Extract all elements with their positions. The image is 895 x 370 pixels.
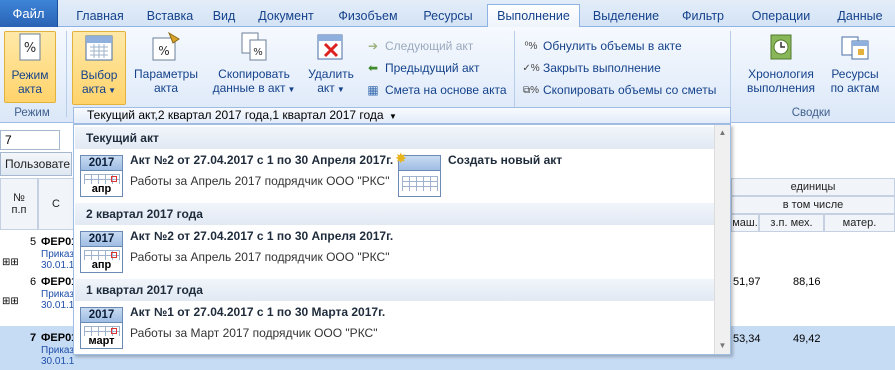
act-params-button[interactable]: % Параметры акта — [131, 31, 201, 95]
tab-selection[interactable]: Выделение — [582, 5, 670, 27]
tab-operations[interactable]: Операции — [736, 5, 826, 27]
expand-icon[interactable]: ⊞⊞ — [2, 257, 19, 268]
mode-group-label: Режим — [14, 107, 50, 119]
tab-filter[interactable]: Фильтр — [670, 5, 736, 27]
col-code-header: С — [38, 178, 74, 230]
act-subtitle: Работы за Март 2017 подрядчик ООО "РКС" — [130, 326, 378, 340]
calendar-icon: 2017 апр — [80, 231, 123, 273]
ribbon-tab-strip: Файл Главная Вставка Вид Документ Физобъ… — [0, 0, 895, 27]
act-subtitle: Работы за Апрель 2017 подрядчик ООО "РКС… — [130, 174, 390, 188]
svg-text:%: % — [253, 47, 263, 58]
name-box[interactable]: 7 — [0, 130, 60, 150]
tab-view[interactable]: Вид — [202, 5, 246, 27]
section-header-current-act: Текущий акт — [75, 127, 715, 149]
act-title: Акт №1 от 27.04.2017 с 1 по 30 Марта 201… — [130, 305, 386, 319]
chevron-down-icon: ▼ — [388, 112, 397, 121]
row-order: Приказ — [41, 345, 74, 356]
panel-scrollbar[interactable]: ▲ ▼ — [714, 125, 730, 354]
act-subtitle: Работы за Апрель 2017 подрядчик ООО "РКС… — [130, 250, 390, 264]
group-divider — [514, 31, 515, 117]
svg-text:%: % — [158, 44, 169, 58]
act-selection-panel: Текущий акт 2017 апр Акт №2 от 27.04.201… — [73, 124, 731, 355]
zp-value: 88,16 — [793, 276, 821, 288]
calendar-icon — [85, 35, 113, 61]
copy-volumes-button[interactable]: ⧉% Скопировать объемы со сметы — [522, 80, 716, 100]
mach-value: 51,97 — [733, 276, 761, 288]
tab-file[interactable]: Файл — [0, 0, 58, 27]
row-number: 7 — [30, 332, 37, 344]
act-title: Акт №2 от 27.04.2017 с 1 по 30 Апреля 20… — [130, 229, 394, 243]
estimate-based-on-act-button[interactable]: ▦ Смета на основе акта — [366, 80, 506, 100]
tab-document[interactable]: Документ — [246, 5, 326, 27]
act-item[interactable]: 2017 апр Акт №2 от 27.04.2017 с 1 по 30 … — [80, 225, 394, 275]
group-divider — [730, 31, 731, 117]
tab-resources[interactable]: Ресурсы — [410, 5, 486, 27]
scroll-down-icon[interactable]: ▼ — [715, 338, 730, 354]
resources-icon — [841, 36, 869, 60]
calendar-icon: 2017 апр — [80, 155, 123, 197]
section-header-q1: 1 квартал 2017 года — [75, 279, 715, 301]
create-new-act-label: Создать новый акт — [448, 153, 563, 167]
close-execution-button[interactable]: ✓% Закрыть выполнение — [522, 58, 660, 78]
row-order: Приказ — [41, 249, 74, 260]
row-number: 6 — [30, 276, 37, 288]
chronology-button[interactable]: Хронология выполнения — [741, 31, 821, 95]
select-act-button[interactable]: Выбор акта ▼ — [72, 31, 126, 105]
copy-data-button[interactable]: % Скопировать данные в акт ▼ — [209, 31, 299, 97]
col-num-header: № п.п — [0, 178, 38, 230]
tab-home[interactable]: Главная — [62, 5, 138, 27]
copy-doc-icon: % — [241, 32, 267, 61]
tab-physvolume[interactable]: Физобъем — [326, 5, 410, 27]
scroll-up-icon[interactable]: ▲ — [715, 125, 730, 141]
percent-document-icon: % — [19, 33, 41, 61]
clock-icon — [770, 34, 792, 60]
act-filter-dropdown[interactable]: Текущий акт,2 квартал 2017 года,1 кварта… — [73, 107, 731, 124]
copy-percent-icon: ⧉% — [522, 84, 540, 96]
zp-mech-header: з.п. мех. — [759, 214, 824, 232]
row-code[interactable]: ФЕР01 — [41, 276, 77, 288]
row-date: 30.01.1 — [41, 260, 75, 271]
act-title: Акт №2 от 27.04.2017 с 1 по 30 Апреля 20… — [130, 153, 394, 167]
arrow-right-icon: ➔ — [367, 39, 379, 53]
units-header: единицы — [731, 178, 895, 196]
mach-header: маш. — [731, 214, 759, 232]
zp-value: 49,42 — [793, 333, 821, 345]
row-number: 5 — [30, 236, 37, 248]
summary-group-label: Сводки — [791, 107, 831, 119]
group-divider — [66, 31, 67, 117]
incl-header: в том числе — [731, 196, 895, 214]
table-icon: ▦ — [367, 83, 379, 97]
row-date: 30.01.1 — [41, 356, 75, 367]
delete-calendar-icon — [317, 34, 343, 60]
reset-volumes-button[interactable]: ⁰% Обнулить объемы в акте — [524, 36, 682, 56]
params-icon: % — [152, 31, 180, 61]
expand-icon[interactable]: ⊞⊞ — [2, 296, 19, 307]
resources-by-acts-button[interactable]: Ресурсы по актам — [826, 31, 884, 95]
row-code[interactable]: ФЕР01 — [41, 236, 77, 248]
row-date: 30.01.1 — [41, 300, 75, 311]
act-mode-button[interactable]: % Режим акта — [4, 31, 56, 103]
arrow-left-icon: ⬅ — [367, 61, 379, 75]
act-item[interactable]: 2017 март Акт №1 от 27.04.2017 с 1 по 30… — [80, 301, 390, 351]
calendar-icon: 2017 март — [80, 307, 123, 349]
material-header: матер. — [824, 214, 895, 232]
row-order: Приказ — [41, 289, 74, 300]
tab-insert[interactable]: Вставка — [138, 5, 202, 27]
create-new-act-item[interactable]: ✸ Создать новый акт — [395, 149, 598, 199]
percent-check-icon: ✓% — [522, 62, 540, 74]
delete-act-button[interactable]: Удалить акт ▼ — [304, 31, 358, 97]
next-act-button[interactable]: ➔ Следующий акт — [366, 36, 473, 56]
prev-act-button[interactable]: ⬅ Предыдущий акт — [366, 58, 480, 78]
sparkle-icon: ✸ — [395, 150, 407, 166]
tab-data[interactable]: Данные — [826, 5, 894, 27]
svg-text:%: % — [24, 41, 36, 56]
zero-percent-icon: ⁰% — [524, 40, 538, 52]
new-calendar-icon: ✸ — [395, 150, 441, 197]
row-code[interactable]: ФЕР01 — [41, 332, 77, 344]
act-item[interactable]: 2017 апр Акт №2 от 27.04.2017 с 1 по 30 … — [80, 149, 394, 199]
tab-execution[interactable]: Выполнение — [487, 4, 580, 27]
section-header-q2: 2 квартал 2017 года — [75, 203, 715, 225]
mach-value: 53,34 — [733, 333, 761, 345]
user-toolbar[interactable]: Пользовате — [0, 152, 72, 176]
